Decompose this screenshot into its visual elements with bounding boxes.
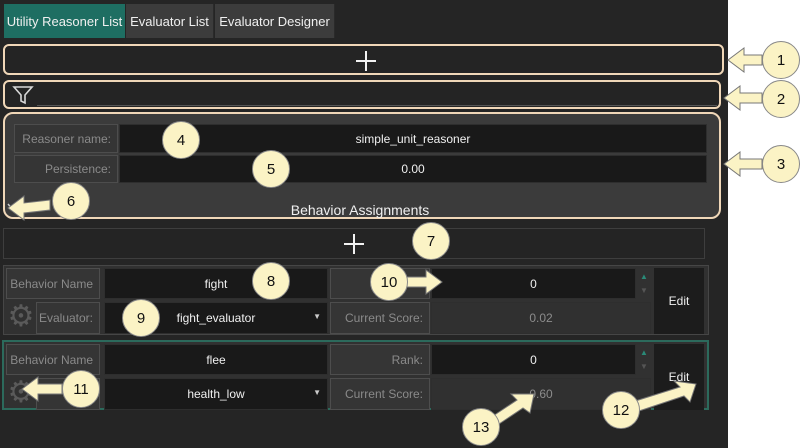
behavior-name-label: Behavior Name <box>6 268 100 299</box>
callout-13: 13 <box>462 408 500 446</box>
tab-evaluator-list[interactable]: Evaluator List <box>126 4 214 38</box>
tab-label: Evaluator List <box>130 13 209 29</box>
dropdown-caret-icon: ▼ <box>313 312 321 321</box>
add-behavior-button[interactable] <box>3 228 705 259</box>
rank-input[interactable]: 0 <box>431 268 636 299</box>
app-window: Utility Reasoner List Evaluator List Eva… <box>0 0 728 448</box>
plus-icon <box>356 51 376 71</box>
spinner-up-icon[interactable]: ▲ <box>640 348 648 357</box>
behavior-assignments-title: Behavior Assignments <box>290 202 430 218</box>
current-score-value: 0.02 <box>431 302 651 334</box>
evaluator-label: Evaluator: <box>36 302 100 334</box>
callout-11: 11 <box>62 370 100 408</box>
filter-bar[interactable] <box>3 80 721 109</box>
edit-button[interactable]: Edit <box>654 344 704 410</box>
funnel-icon[interactable] <box>12 85 34 105</box>
reasoner-name-input[interactable]: simple_unit_reasoner <box>119 124 707 153</box>
add-reasoner-button[interactable] <box>3 44 724 75</box>
callout-arrow-2 <box>723 85 763 111</box>
callout-8: 8 <box>252 262 290 300</box>
reasoner-name-label: Reasoner name: <box>14 124 118 153</box>
chevron-down-icon[interactable] <box>7 202 19 212</box>
rank-label: Rank: <box>330 344 430 375</box>
callout-5: 5 <box>252 150 290 188</box>
callout-6: 6 <box>52 182 90 220</box>
callout-2: 2 <box>762 80 800 118</box>
spinner-down-icon[interactable]: ▼ <box>640 286 648 295</box>
behavior-card-fight: Behavior Name fight 0 ▲ ▼ ⚙ Evaluator: f… <box>3 265 709 335</box>
filter-input[interactable] <box>37 85 717 106</box>
persistence-input[interactable]: 0.00 <box>119 155 707 183</box>
callout-4: 4 <box>162 121 200 159</box>
spinner-up-icon[interactable]: ▲ <box>640 272 648 281</box>
callout-9: 9 <box>122 299 160 337</box>
gear-icon[interactable]: ⚙ <box>6 378 36 410</box>
behavior-name-input[interactable]: fight <box>104 268 328 299</box>
callout-7: 7 <box>412 222 450 260</box>
plus-icon <box>344 234 364 254</box>
behavior-card-flee: Behavior Name flee Rank: 0 ▲ ▼ ⚙ health_… <box>2 340 709 410</box>
tab-label: Evaluator Designer <box>219 13 330 29</box>
evaluator-selected: health_low <box>187 387 245 401</box>
gear-icon[interactable]: ⚙ <box>6 302 36 334</box>
reasoner-panel: Reasoner name: simple_unit_reasoner Pers… <box>3 112 721 219</box>
rank-spinner[interactable]: ▲ ▼ <box>637 344 651 375</box>
callout-arrow-1 <box>727 47 763 73</box>
evaluator-select[interactable]: health_low ▼ <box>104 378 328 410</box>
persistence-label: Persistence: <box>14 155 118 183</box>
dropdown-caret-icon: ▼ <box>313 388 321 397</box>
tab-utility-reasoner-list[interactable]: Utility Reasoner List <box>4 4 125 38</box>
tab-evaluator-designer[interactable]: Evaluator Designer <box>215 4 335 38</box>
current-score-label: Current Score: <box>330 378 430 410</box>
callout-10: 10 <box>370 263 408 301</box>
evaluator-selected: fight_evaluator <box>176 311 256 325</box>
callout-12: 12 <box>602 391 640 429</box>
behavior-name-input[interactable]: flee <box>104 344 328 375</box>
edit-button[interactable]: Edit <box>654 268 704 334</box>
callout-3: 3 <box>762 145 800 183</box>
rank-spinner[interactable]: ▲ ▼ <box>637 268 651 299</box>
callout-1: 1 <box>762 41 800 79</box>
rank-input[interactable]: 0 <box>431 344 636 375</box>
tab-label: Utility Reasoner List <box>6 13 123 29</box>
spinner-down-icon[interactable]: ▼ <box>640 362 648 371</box>
current-score-label: Current Score: <box>330 302 430 334</box>
callout-arrow-3 <box>723 151 763 177</box>
